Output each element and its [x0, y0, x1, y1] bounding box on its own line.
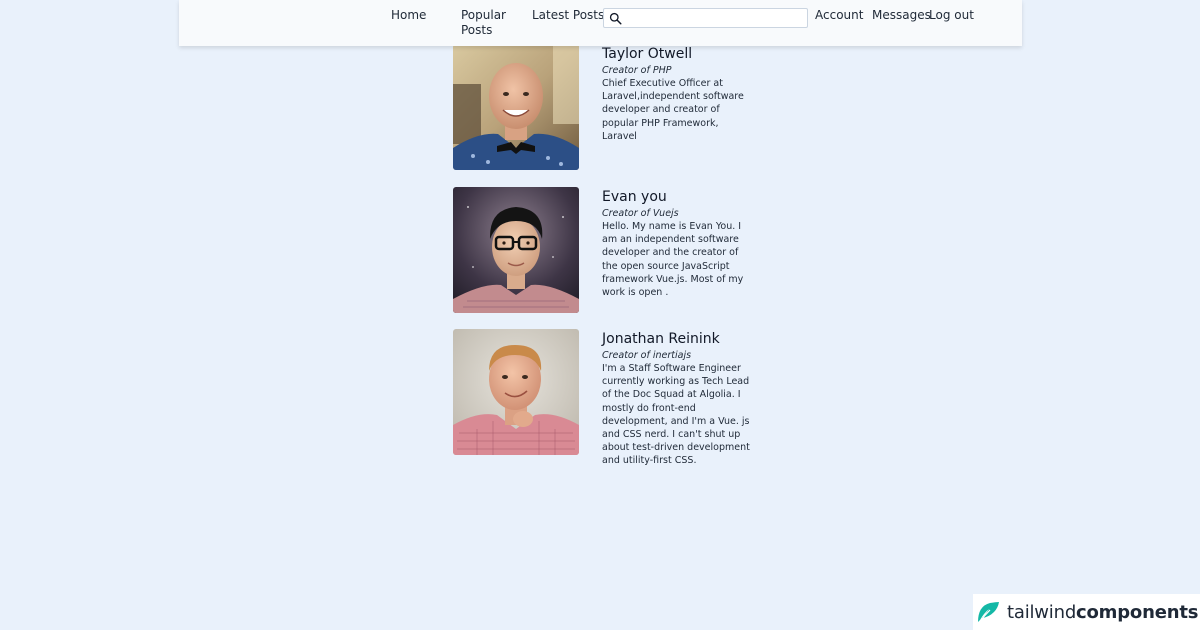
profile-role: Creator of Vuejs	[602, 208, 679, 219]
nav-home-link[interactable]: Home	[391, 8, 426, 23]
profile-info: Evan you Creator of Vuejs Hello. My name…	[602, 189, 752, 299]
avatar	[453, 44, 579, 170]
profile-info: Taylor Otwell Creator of PHP Chief Execu…	[602, 46, 752, 143]
profile-info: Jonathan Reinink Creator of inertiajs I'…	[602, 331, 752, 468]
nav-popular-posts-link[interactable]: Popular Posts	[461, 8, 523, 38]
profile-bio: Chief Executive Officer at Laravel,indep…	[602, 78, 744, 142]
brand-text-light: tailwind	[1007, 601, 1077, 623]
avatar	[453, 329, 579, 455]
profile-photo	[453, 187, 579, 313]
brand-text-bold: components	[1076, 601, 1199, 623]
brand-badge[interactable]: tailwindcomponents	[973, 594, 1200, 630]
search-box[interactable]	[603, 8, 808, 28]
search-icon	[609, 12, 622, 25]
profile-name: Jonathan Reinink	[602, 331, 720, 347]
profile-photo	[453, 329, 579, 455]
avatar	[453, 187, 579, 313]
profile-name: Evan you	[602, 189, 667, 205]
profile-role: Creator of PHP	[602, 65, 672, 76]
nav-messages-link[interactable]: Messages	[872, 8, 931, 23]
profile-card-taylor: Taylor Otwell Creator of PHP Chief Execu…	[453, 44, 753, 171]
nav-logout-link[interactable]: Log out	[929, 8, 974, 23]
top-navbar: Home Popular Posts Latest Posts Account …	[179, 0, 1022, 46]
search-input[interactable]	[624, 10, 804, 26]
nav-latest-posts-link[interactable]: Latest Posts	[532, 8, 604, 23]
nav-account-link[interactable]: Account	[815, 8, 863, 23]
profile-card-jonathan: Jonathan Reinink Creator of inertiajs I'…	[453, 329, 753, 466]
brand-wordmark: tailwindcomponents	[1007, 602, 1198, 623]
profile-role: Creator of inertiajs	[602, 350, 692, 361]
profile-name: Taylor Otwell	[602, 46, 693, 62]
profile-bio: Hello. My name is Evan You. I am an inde…	[602, 221, 744, 299]
tailwind-leaf-icon	[978, 601, 999, 623]
profile-photo	[453, 44, 579, 170]
profile-bio: I'm a Staff Software Engineer currently …	[602, 363, 750, 467]
profile-card-evan: Evan you Creator of Vuejs Hello. My name…	[453, 187, 753, 314]
